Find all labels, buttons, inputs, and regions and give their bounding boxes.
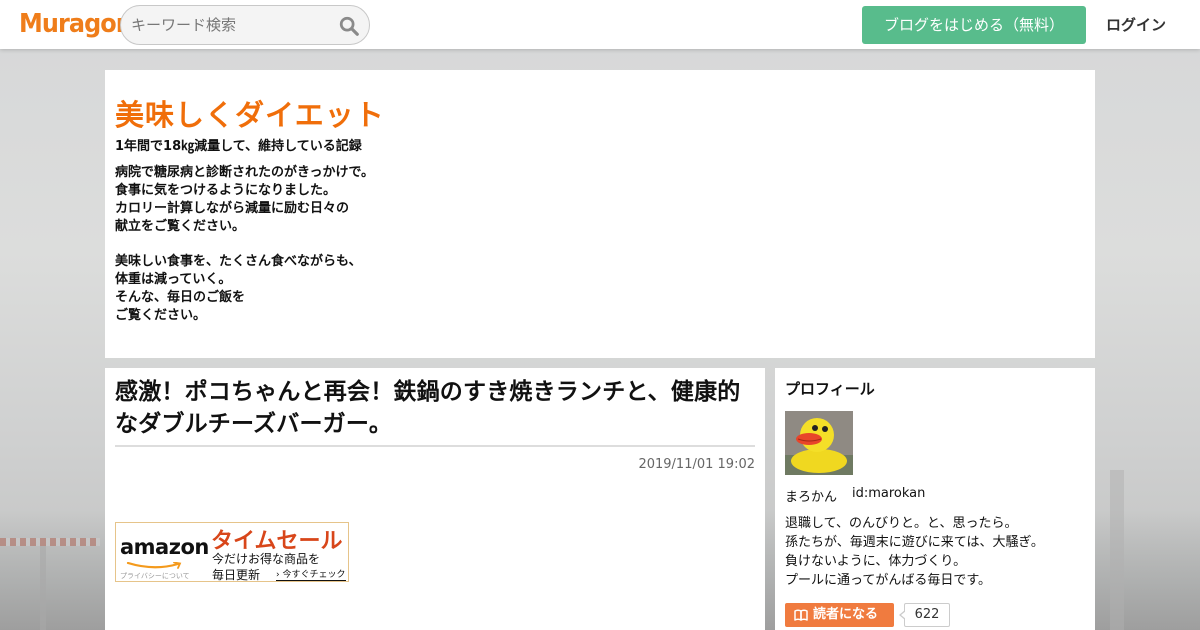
amazon-ad-banner[interactable]: amazon プライバシーについて タイムセール 今だけお得な商品を 毎日更新 … <box>115 522 349 582</box>
blog-description-paragraph: 病院で糖尿病と診断されたのがきっかけで。 食事に気をつけるようになりました。 カ… <box>115 164 535 236</box>
search-box <box>120 5 370 45</box>
search-input[interactable] <box>131 14 331 36</box>
ad-text-line: 今だけお得な商品を <box>212 552 321 566</box>
site-header: Muragon ブログをはじめる（無料） ログイン <box>0 0 1200 49</box>
background-post <box>1110 470 1124 630</box>
blog-header-panel: 美味しくダイエット 1年間で18㎏減量して、維持している記録 病院で糖尿病と診断… <box>105 70 1095 358</box>
start-blog-button[interactable]: ブログをはじめる（無料） <box>862 6 1086 44</box>
rubber-duck-avatar-icon <box>785 411 853 475</box>
blog-title[interactable]: 美味しくダイエット <box>115 92 385 134</box>
article-date: 2019/11/01 19:02 <box>638 457 755 472</box>
profile-id: id:marokan <box>852 486 926 501</box>
ad-privacy-link[interactable]: プライバシーについて <box>120 571 190 581</box>
follower-count-badge[interactable]: 622 <box>899 603 950 627</box>
login-link[interactable]: ログイン <box>1106 14 1166 35</box>
blog-subtitle: 1年間で18㎏減量して、維持している記録 <box>115 139 362 154</box>
avatar[interactable] <box>785 411 853 475</box>
blog-description-line: 体重は減っていく。 <box>115 272 232 287</box>
follow-button-label: 読者になる <box>813 607 879 622</box>
amazon-logo: amazon <box>120 535 209 559</box>
book-icon <box>794 609 808 621</box>
blog-description-paragraph: 美味しい食事を、たくさん食べながらも、 体重は減っていく。 そんな、毎日のご飯を… <box>115 253 535 325</box>
muragon-logo[interactable]: Muragon <box>19 9 133 39</box>
article-title[interactable]: 感激！ポコちゃんと再会！鉄鍋のすき焼きランチと、健康的なダブルチーズバーガー。 <box>115 376 760 440</box>
profile-bio-line: 退職して、のんびりと。と、思ったら。 <box>785 516 1018 531</box>
ad-check-label: 今すぐチェック <box>282 570 346 580</box>
profile-bio: 退職して、のんびりと。と、思ったら。 孫たちが、毎週末に遊びに来ては、大騒ぎ。 … <box>785 514 1090 590</box>
blog-description-line: カロリー計算しながら減量に励む日々の <box>115 201 350 216</box>
chevron-right-icon: › <box>276 570 280 580</box>
blog-description-line: 食事に気をつけるようになりました。 <box>115 183 337 198</box>
blog-description-line: 美味しい食事を、たくさん食べながらも、 <box>115 254 362 269</box>
follow-button[interactable]: 読者になる <box>785 603 894 627</box>
ad-text-line: 毎日更新 <box>212 568 261 582</box>
search-icon[interactable] <box>338 15 360 37</box>
ad-check-link[interactable]: › 今すぐチェック <box>276 567 346 581</box>
blog-description-line: 献立をご覧ください。 <box>115 219 246 234</box>
article-divider <box>115 445 755 447</box>
blog-description: 病院で糖尿病と診断されたのがきっかけで。 食事に気をつけるようになりました。 カ… <box>115 164 535 342</box>
background-crane <box>0 538 100 546</box>
profile-bio-line: プールに通ってがんばる毎日です。 <box>785 573 992 588</box>
profile-heading: プロフィール <box>785 380 875 398</box>
blog-description-line: そんな、毎日のご飯を <box>115 290 246 305</box>
article-panel: 感激！ポコちゃんと再会！鉄鍋のすき焼きランチと、健康的なダブルチーズバーガー。 … <box>105 368 765 630</box>
profile-name[interactable]: まろかん <box>785 486 837 505</box>
profile-panel: プロフィール まろかん id:marokan 退職して、のんびりと。と、思ったら… <box>775 368 1095 630</box>
amazon-smile-icon <box>126 562 182 569</box>
blog-description-line: 病院で糖尿病と診断されたのがきっかけで。 <box>115 165 374 180</box>
blog-description-line: ご覧ください。 <box>115 308 207 323</box>
background-crane-leg <box>40 546 46 630</box>
profile-bio-line: 孫たちが、毎週末に遊びに来ては、大騒ぎ。 <box>785 535 1044 550</box>
profile-bio-line: 負けないように、体力づくり。 <box>785 554 967 569</box>
